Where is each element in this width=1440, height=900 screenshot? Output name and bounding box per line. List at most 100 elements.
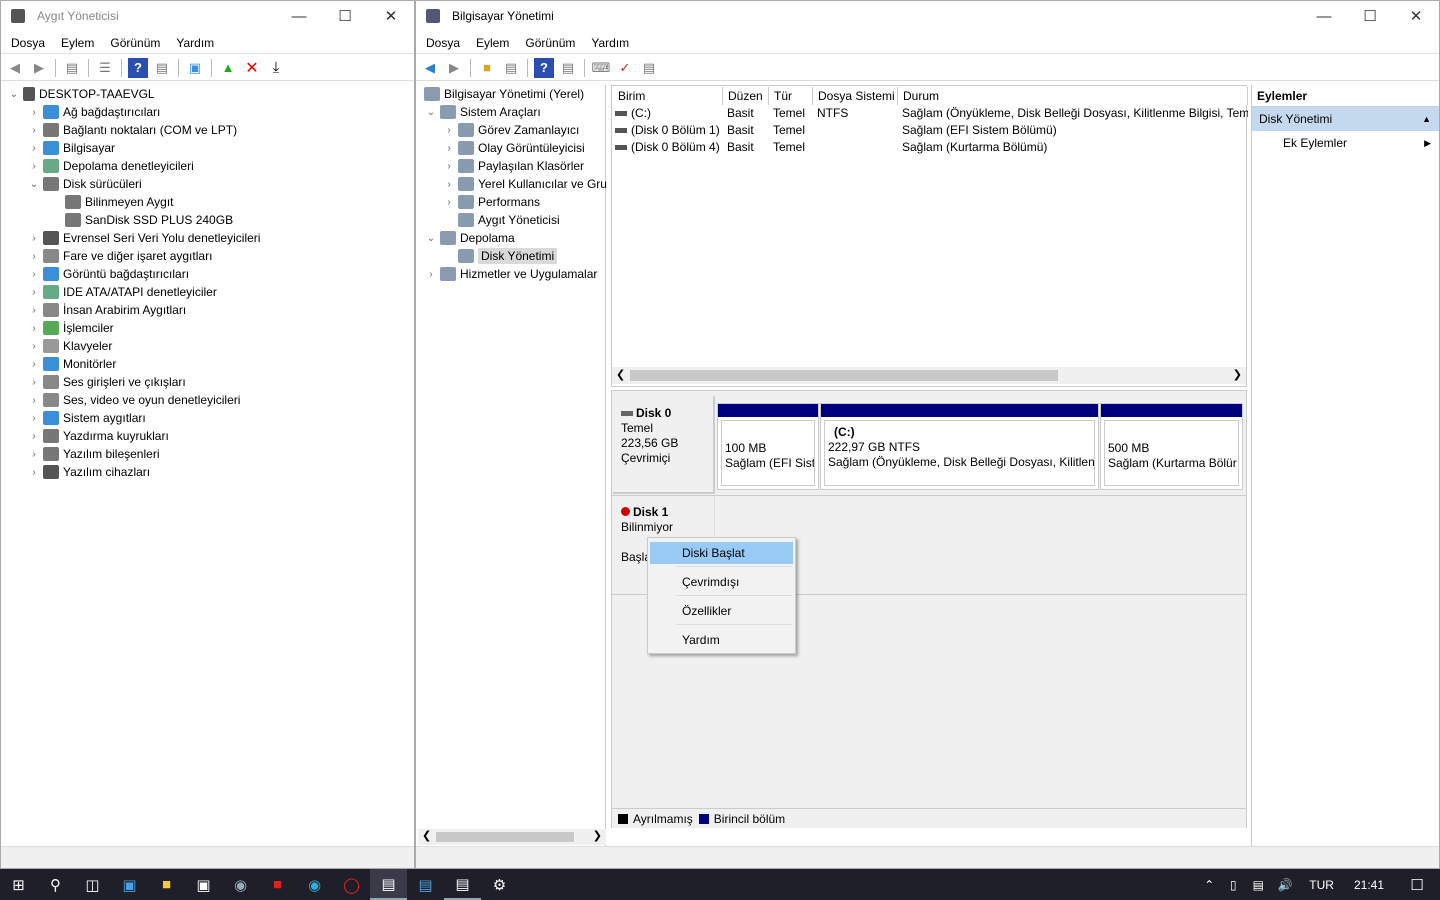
chevron-down-icon[interactable]: ⌄ [27,179,41,190]
edge-icon[interactable]: ◉ [296,869,333,900]
help-icon[interactable]: ? [128,57,148,78]
task-view-icon[interactable]: ◫ [74,869,111,900]
tree-item[interactable]: › Görüntü bağdaştırıcıları [27,265,189,283]
collapse-up-icon[interactable]: ▲ [1422,107,1431,131]
menu-item-offline[interactable]: Çevrimdışı [650,571,793,593]
chevron-right-icon[interactable]: › [27,305,41,316]
partition-c[interactable]: (C:) 222,97 GB NTFS Sağlam (Önyükleme, D… [820,403,1099,490]
column-header[interactable]: Durum [898,87,1248,105]
close-button[interactable]: ✕ [1393,1,1439,31]
tree-root[interactable]: ⌄ DESKTOP-TAAEVGL [7,85,155,103]
tree-item[interactable]: SanDisk SSD PLUS 240GB [45,211,233,229]
console-tree-item[interactable]: Aygıt Yöneticisi [442,211,560,229]
network-icon[interactable]: ▤ [1245,869,1271,900]
tree-item[interactable]: › Bağlantı noktaları (COM ve LPT) [27,121,237,139]
chevron-right-icon[interactable]: › [27,251,41,262]
tree-item[interactable]: › Klavyeler [27,337,112,355]
chevron-right-icon[interactable]: › [442,125,456,136]
title-bar[interactable]: Aygıt Yöneticisi — ☐ ✕ [1,1,414,31]
tree-horizontal-scrollbar[interactable]: ❮ ❯ [418,829,606,845]
check-icon[interactable]: ✓ [615,58,635,78]
start-button[interactable]: ⊞ [0,869,37,900]
scroll-left-arrow[interactable]: ❮ [422,829,431,842]
console-tree-item[interactable]: › Paylaşılan Klasörler [442,157,584,175]
disable-device-icon[interactable]: ⤓ [266,58,286,78]
scroll-left-arrow[interactable]: ❮ [616,368,625,381]
partition-efi[interactable]: 100 MB Sağlam (EFI Siste [717,403,819,490]
tree-item[interactable]: › Sistem aygıtları [27,409,146,427]
chevron-right-icon[interactable]: › [27,377,41,388]
properties-icon[interactable]: ☰ [95,58,115,78]
menu-item-help[interactable]: Yardım [650,629,793,651]
usb-icon[interactable]: ▯ [1221,869,1245,900]
column-header[interactable]: Birim [613,87,723,105]
console-tree-item[interactable]: ⌄ Sistem Araçları [424,103,541,121]
back-icon[interactable]: ◀ [420,58,440,78]
uninstall-icon[interactable]: ✕ [242,58,262,78]
list-view-icon[interactable]: ▤ [639,58,659,78]
chevron-right-icon[interactable]: › [27,107,41,118]
show-hide-console-tree-icon[interactable]: ▤ [501,58,521,78]
tree-item[interactable]: › Monitörler [27,355,116,373]
maximize-button[interactable]: ☐ [1347,1,1393,31]
chevron-down-icon[interactable]: ⌄ [424,107,438,118]
menu-dosya[interactable]: Dosya [416,36,468,50]
chevron-right-icon[interactable]: › [27,395,41,406]
scroll-thumb[interactable] [630,370,1058,381]
chevron-right-icon[interactable]: › [27,323,41,334]
forward-icon[interactable]: ▶ [444,58,464,78]
scroll-thumb[interactable] [436,832,574,842]
show-action-pane-icon[interactable]: ▤ [152,58,172,78]
menu-gorunum[interactable]: Görünüm [517,36,583,50]
volume-icon[interactable]: 🔊 [1271,869,1299,900]
tree-item[interactable]: › Ses girişleri ve çıkışları [27,373,186,391]
tree-item[interactable]: › İnsan Arabirim Aygıtları [27,301,186,319]
chevron-right-icon[interactable]: › [442,161,456,172]
chevron-right-icon[interactable]: › [27,413,41,424]
menu-eylem[interactable]: Eylem [468,36,517,50]
store-icon[interactable]: ▣ [185,869,222,900]
update-driver-icon[interactable]: ▲ [218,58,238,78]
menu-item-properties[interactable]: Özellikler [650,600,793,622]
tree-item[interactable]: › Bilgisayar [27,139,115,157]
tree-item[interactable]: › IDE ATA/ATAPI denetleyiciler [27,283,217,301]
scroll-right-arrow[interactable]: ❯ [1233,368,1242,381]
chevron-right-icon[interactable]: › [27,359,41,370]
chevron-right-icon[interactable]: › [27,467,41,478]
chevron-right-icon[interactable]: › [27,431,41,442]
steam-icon[interactable]: ◉ [222,869,259,900]
console-tree-item[interactable]: › Performans [442,193,540,211]
show-hide-console-tree-icon[interactable]: ▤ [62,58,82,78]
chevron-right-icon[interactable]: › [27,143,41,154]
tree-item[interactable]: › Yazılım bileşenleri [27,445,159,463]
computer-management-task-icon[interactable]: ▤ [370,869,407,900]
chevron-right-icon[interactable]: › [27,125,41,136]
remote-desktop-icon[interactable]: ▤ [407,869,444,900]
chevron-right-icon[interactable]: › [27,341,41,352]
menu-yardim[interactable]: Yardım [168,36,222,50]
menu-item-initialize-disk[interactable]: Diski Başlat [650,542,793,564]
action-more-actions[interactable]: Ek Eylemler ▶ [1252,131,1439,155]
help-icon[interactable]: ? [534,57,554,78]
tree-item[interactable]: ⌄ Disk sürücüleri [27,175,142,193]
up-folder-icon[interactable]: ■ [477,58,497,78]
column-header[interactable]: Düzen [723,87,769,105]
device-manager-task-icon[interactable]: ▤ [444,869,481,900]
volume-list-scrollbar[interactable]: ❮ ❯ [612,367,1246,384]
clock[interactable]: 21:41 [1344,878,1394,892]
tree-item[interactable]: › Fare ve diğer işaret aygıtları [27,247,212,265]
chevron-right-icon[interactable]: › [27,269,41,280]
console-tree-item[interactable]: › Yerel Kullanıcılar ve Gru [442,175,607,193]
tree-item[interactable]: › Ses, video ve oyun denetleyicileri [27,391,240,409]
tree-item[interactable]: › Evrensel Seri Veri Yolu denetleyicileri [27,229,260,247]
tree-item[interactable]: › İşlemciler [27,319,114,337]
back-icon[interactable]: ◀ [5,58,25,78]
tree-item[interactable]: › Yazılım cihazları [27,463,150,481]
show-hidden-icons[interactable]: ⌃ [1197,869,1221,900]
minimize-button[interactable]: — [276,1,322,31]
search-icon[interactable]: ⚲ [37,869,74,900]
menu-gorunum[interactable]: Görünüm [102,36,168,50]
tree-item[interactable]: › Yazdırma kuyrukları [27,427,169,445]
control-panel-icon[interactable]: ▣ [111,869,148,900]
scroll-right-arrow[interactable]: ❯ [593,829,602,842]
